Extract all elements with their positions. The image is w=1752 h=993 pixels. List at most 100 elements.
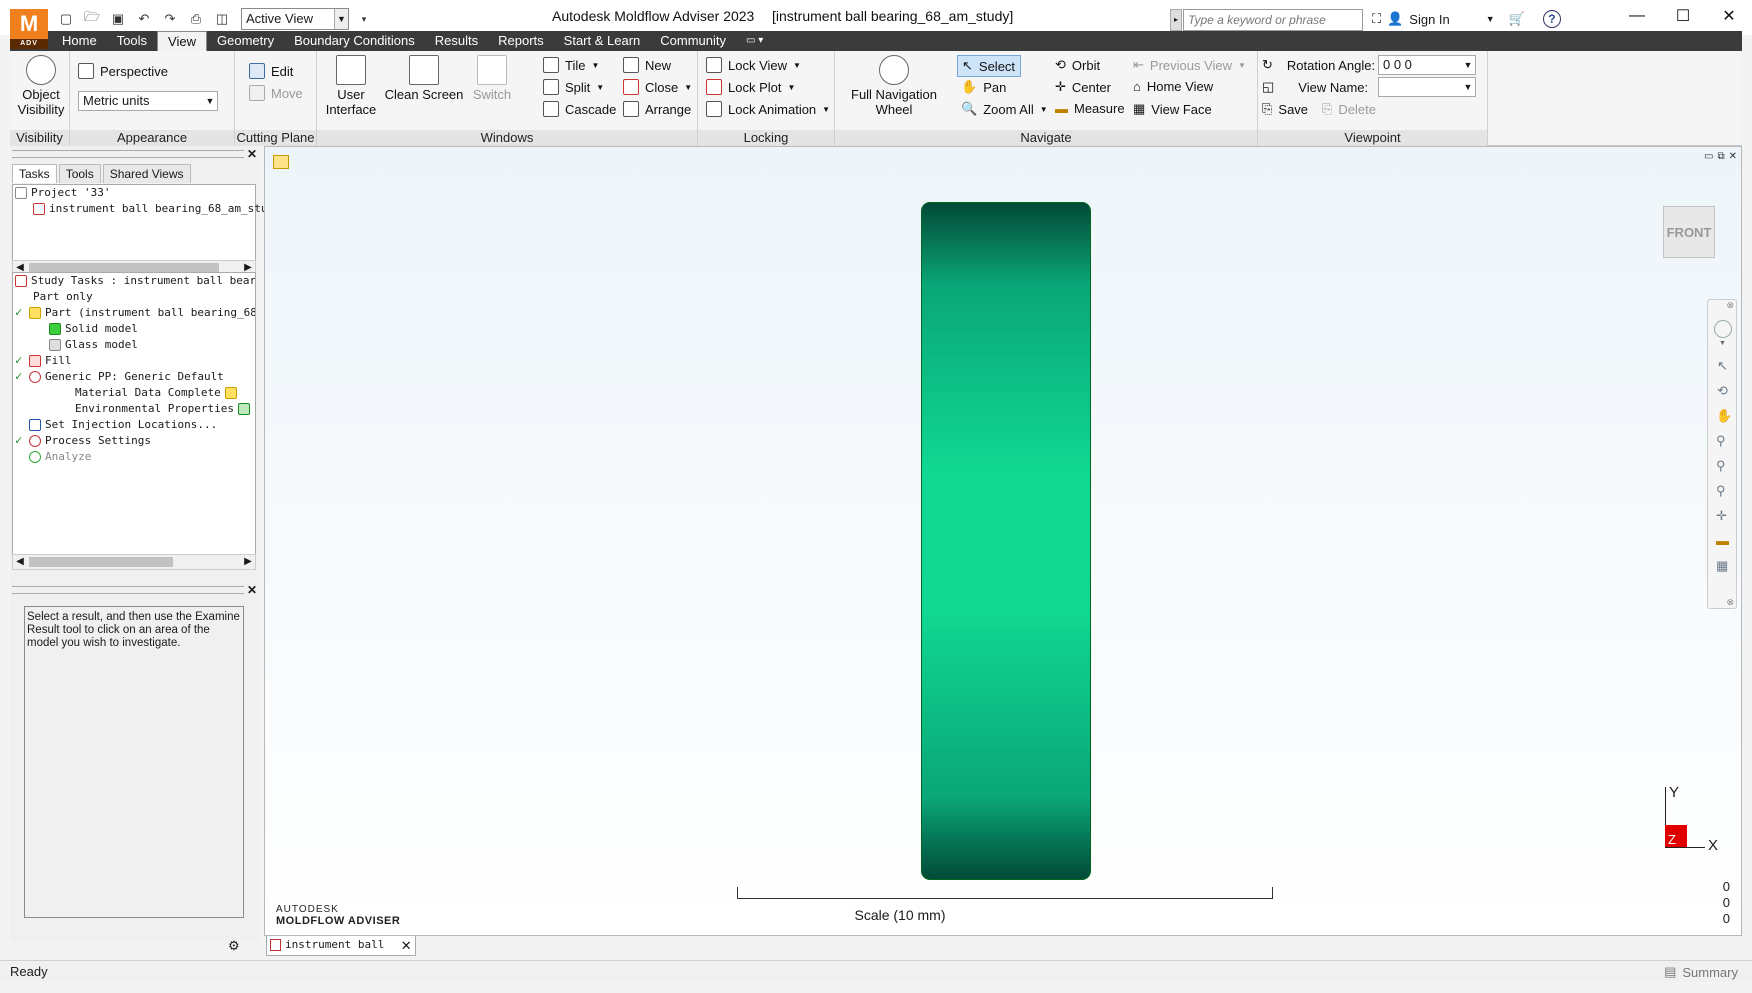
- document-tab[interactable]: instrument ball ... ✕: [266, 936, 416, 969]
- open-folder-icon[interactable]: 🗁: [81, 9, 103, 29]
- search-input[interactable]: Type a keyword or phrase: [1183, 9, 1363, 31]
- menu-home[interactable]: Home: [52, 31, 107, 51]
- menu-reports[interactable]: Reports: [488, 31, 554, 51]
- arrange-button[interactable]: Arrange: [623, 101, 691, 117]
- lock-animation-button[interactable]: Lock Animation ▼: [706, 101, 830, 117]
- tree-item-material[interactable]: Generic PP: Generic Default: [29, 369, 224, 385]
- tile-button[interactable]: Tile ▼: [543, 57, 599, 73]
- zoom-all-button[interactable]: 🔍 Zoom All ▼: [961, 101, 1048, 117]
- menu-geometry[interactable]: Geometry: [207, 31, 284, 51]
- ruler-icon[interactable]: ▬: [1716, 533, 1729, 548]
- summary-button[interactable]: ▤ Summary: [1664, 964, 1738, 980]
- scroll-right-icon[interactable]: ▶: [241, 555, 255, 569]
- viewport-window-icon[interactable]: [273, 155, 289, 169]
- tree-item-material-data[interactable]: Material Data Complete: [75, 385, 237, 401]
- part-model[interactable]: [921, 202, 1091, 880]
- tree-item-solid-model[interactable]: Solid model: [49, 321, 138, 337]
- view-face-button[interactable]: ▦ View Face: [1133, 101, 1212, 117]
- minimize-icon[interactable]: —: [1614, 0, 1660, 32]
- help-icon[interactable]: ?: [1542, 10, 1561, 28]
- save-view-button[interactable]: ⎘ Save: [1262, 101, 1308, 117]
- view-cube[interactable]: FRONT: [1663, 206, 1715, 258]
- orbit-button[interactable]: ⟲ Orbit: [1055, 57, 1100, 73]
- lock-view-button[interactable]: Lock View ▼: [706, 57, 801, 73]
- object-visibility-button[interactable]: Object Visibility: [14, 55, 68, 117]
- close-icon[interactable]: ✕: [401, 936, 411, 955]
- menu-community[interactable]: Community: [650, 31, 736, 51]
- model-viewport[interactable]: ▭ ⧉ ✕ FRONT ⊗ ▼ ↖ ⟲ ✋ ⚲ ⚲ ⚲ ✛ ▬ ▦ ⊗ AUTO…: [264, 146, 1742, 936]
- active-view-dropdown[interactable]: Active View ▼: [241, 8, 349, 30]
- tree-item-fill[interactable]: Fill: [29, 353, 72, 369]
- ribbon-toggle-icon[interactable]: ▭ ▾: [736, 31, 773, 51]
- full-navigation-wheel-button[interactable]: Full Navigation Wheel: [841, 55, 947, 117]
- close-icon[interactable]: ⊗: [1726, 597, 1734, 608]
- close-window-button[interactable]: Close ▼: [623, 79, 692, 95]
- sign-in-link[interactable]: Sign In: [1409, 12, 1449, 27]
- close-icon[interactable]: ✕: [246, 148, 258, 160]
- chevron-down-icon[interactable]: ▼: [1719, 340, 1726, 347]
- tab-tools[interactable]: Tools: [58, 164, 101, 183]
- cart-icon[interactable]: 🛒: [1509, 11, 1525, 27]
- zoom-window-icon[interactable]: ⚲: [1716, 433, 1726, 449]
- previous-view-button[interactable]: ⇤ Previous View ▼: [1133, 57, 1246, 73]
- hand-icon[interactable]: ✋: [1716, 408, 1732, 424]
- center-icon[interactable]: ✛: [1716, 508, 1727, 524]
- delete-view-button[interactable]: ⎘ Delete: [1322, 101, 1376, 117]
- switch-button[interactable]: Switch: [469, 55, 515, 102]
- menu-view[interactable]: View: [157, 31, 207, 51]
- tab-shared-views[interactable]: Shared Views: [102, 164, 191, 183]
- tree-item-part[interactable]: Part (instrument ball bearing_68_a: [29, 305, 255, 321]
- tree-item-study-tasks[interactable]: Study Tasks : instrument ball bearing: [15, 273, 255, 289]
- new-file-icon[interactable]: ▢: [55, 9, 77, 29]
- menu-results[interactable]: Results: [425, 31, 488, 51]
- scroll-left-icon[interactable]: ◀: [13, 555, 27, 569]
- cursor-icon[interactable]: ↖: [1717, 358, 1728, 374]
- zoom-out-icon[interactable]: ⚲: [1716, 483, 1726, 499]
- edit-cutting-plane-button[interactable]: Edit: [249, 63, 293, 79]
- rotation-angle-input[interactable]: 0 0 0 ▼: [1378, 55, 1476, 75]
- clean-screen-button[interactable]: Clean Screen: [383, 55, 465, 102]
- tree-item-injection-locations[interactable]: Set Injection Locations...: [29, 417, 217, 433]
- menu-boundary-conditions[interactable]: Boundary Conditions: [284, 31, 425, 51]
- viewport-close-icon[interactable]: ✕: [1729, 151, 1737, 162]
- view-settings-icon[interactable]: ◫: [211, 9, 233, 29]
- print-icon[interactable]: ⎙: [185, 9, 207, 29]
- viewport-minimize-icon[interactable]: ▭: [1704, 151, 1713, 162]
- search-expand-icon[interactable]: ▸: [1170, 9, 1182, 31]
- tree-item-glass-model[interactable]: Glass model: [49, 337, 138, 353]
- tree-item-project[interactable]: Project '33': [15, 185, 110, 201]
- tree-item-analyze[interactable]: Analyze: [29, 449, 91, 465]
- home-view-button[interactable]: ⌂ Home View: [1133, 79, 1213, 94]
- help-pane-grip[interactable]: [12, 586, 244, 594]
- tasks-pane-grip[interactable]: [12, 150, 244, 158]
- move-cutting-plane-button[interactable]: Move: [249, 85, 303, 101]
- viewport-restore-icon[interactable]: ⧉: [1717, 151, 1724, 162]
- chevron-down-icon[interactable]: ▼: [1486, 14, 1495, 24]
- menu-tools[interactable]: Tools: [107, 31, 157, 51]
- view-face-icon[interactable]: ▦: [1716, 558, 1728, 574]
- help-settings-icon[interactable]: ⚙: [228, 938, 240, 954]
- tab-tasks[interactable]: Tasks: [12, 164, 57, 183]
- cascade-button[interactable]: Cascade: [543, 101, 616, 117]
- close-icon[interactable]: ✕: [1706, 0, 1752, 32]
- tree-item-process-settings[interactable]: Process Settings: [29, 433, 151, 449]
- zoom-in-icon[interactable]: ⚲: [1716, 458, 1726, 474]
- undo-icon[interactable]: ↶: [133, 9, 155, 29]
- units-dropdown[interactable]: Metric units ▼: [78, 91, 218, 111]
- lock-plot-button[interactable]: Lock Plot ▼: [706, 79, 795, 95]
- perspective-button[interactable]: Perspective: [78, 63, 168, 79]
- redo-icon[interactable]: ↷: [159, 9, 181, 29]
- scroll-thumb[interactable]: [29, 557, 173, 567]
- close-icon[interactable]: ✕: [246, 584, 258, 596]
- user-interface-button[interactable]: User Interface: [323, 55, 379, 117]
- study-tree-scrollbar[interactable]: ◀ ▶: [12, 554, 256, 570]
- tree-item-environmental[interactable]: Environmental Properties: [75, 401, 250, 417]
- tree-item-part-only[interactable]: Part only: [33, 289, 93, 305]
- maximize-icon[interactable]: ☐: [1660, 0, 1706, 32]
- menu-start-learn[interactable]: Start & Learn: [554, 31, 651, 51]
- customize-qat-icon[interactable]: ▾: [353, 9, 375, 29]
- view-name-dropdown[interactable]: ▼: [1378, 77, 1476, 97]
- tree-item-study[interactable]: instrument ball bearing_68_am_stu: [33, 201, 268, 217]
- steering-wheel-icon[interactable]: [1714, 320, 1732, 338]
- app-logo[interactable]: M ADV: [10, 9, 48, 49]
